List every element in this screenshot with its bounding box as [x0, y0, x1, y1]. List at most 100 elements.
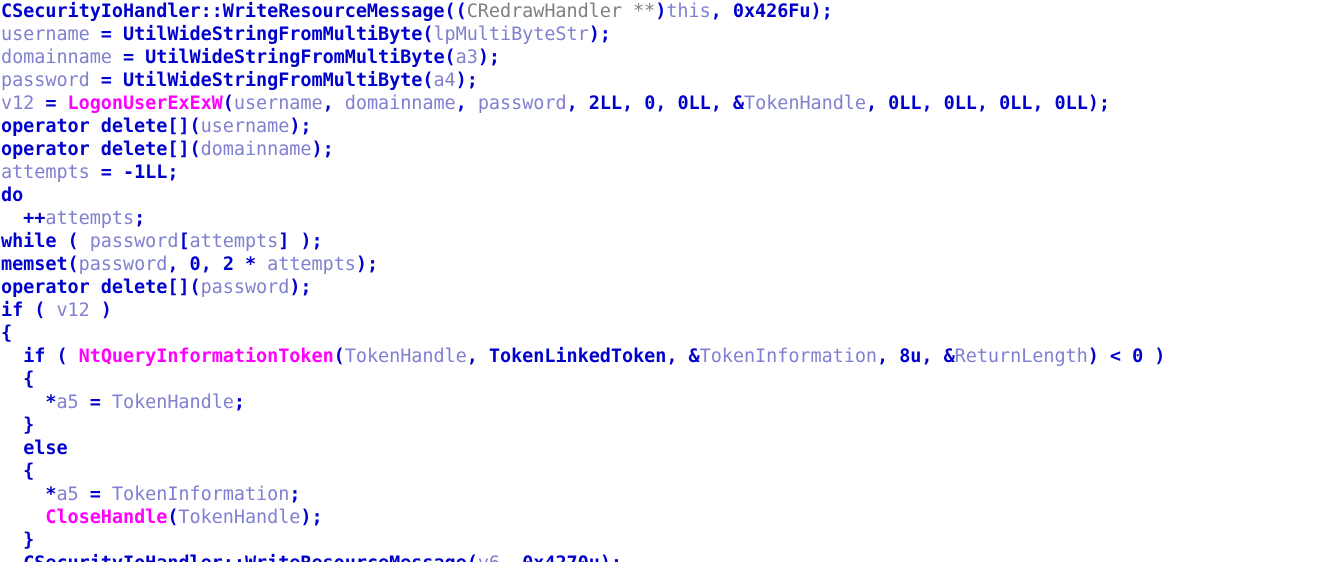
code-line[interactable]: }	[0, 414, 1327, 437]
code-token[interactable]: UtilWideStringFromMultiByte	[145, 47, 444, 68]
code-token[interactable]: );	[456, 70, 478, 91]
code-token[interactable]: username	[201, 116, 290, 137]
code-token[interactable]: ,	[877, 346, 899, 367]
code-token[interactable]: ,	[1032, 93, 1054, 114]
code-token[interactable]: );	[289, 277, 311, 298]
code-line[interactable]: if ( NtQueryInformationToken(TokenHandle…	[0, 345, 1327, 368]
code-token[interactable]: (	[334, 346, 345, 367]
code-token[interactable]: CloseHandle	[45, 507, 167, 528]
code-token[interactable]: domainname	[201, 139, 312, 160]
code-token[interactable]: (	[422, 70, 433, 91]
code-token[interactable]	[1, 507, 45, 528]
code-line[interactable]: {	[0, 368, 1327, 391]
code-token[interactable]: =	[79, 484, 112, 505]
code-token[interactable]: v12	[1, 93, 34, 114]
code-token[interactable]: ,	[622, 93, 644, 114]
code-token[interactable]: v12	[56, 300, 89, 321]
code-token[interactable]: ,	[201, 254, 223, 275]
code-token[interactable]: attempts	[267, 254, 356, 275]
code-token[interactable]: (	[422, 24, 433, 45]
code-token[interactable]: TokenLinkedToken	[489, 346, 666, 367]
code-line[interactable]: operator delete[](password);	[0, 276, 1327, 299]
code-token[interactable]: ,	[655, 93, 677, 114]
code-token[interactable]: attempts	[1, 162, 90, 183]
code-token[interactable]: do	[1, 185, 23, 206]
code-token[interactable]: ] );	[278, 231, 322, 252]
code-token[interactable]: (	[190, 139, 201, 160]
code-token[interactable]	[1, 346, 23, 367]
code-token[interactable]: );	[810, 1, 832, 22]
code-line[interactable]: CSecurityIoHandler::WriteResourceMessage…	[0, 0, 1327, 23]
code-token[interactable]: this	[666, 1, 710, 22]
code-token[interactable]: UtilWideStringFromMultiByte	[123, 24, 422, 45]
code-token[interactable]: attempts	[190, 231, 279, 252]
code-token[interactable]: )	[90, 300, 112, 321]
code-token[interactable]: 2LL	[589, 93, 622, 114]
code-token[interactable]: password	[79, 254, 168, 275]
code-token[interactable]: LogonUserExExW	[68, 93, 223, 114]
code-token[interactable]: =	[34, 93, 67, 114]
code-line[interactable]: username = UtilWideStringFromMultiByte(l…	[0, 23, 1327, 46]
code-token[interactable]: }	[1, 530, 34, 551]
code-token[interactable]: (	[68, 254, 79, 275]
code-token[interactable]: ,	[167, 254, 189, 275]
code-token[interactable]: (	[23, 300, 56, 321]
code-token[interactable]: {	[1, 461, 34, 482]
code-line[interactable]: password = UtilWideStringFromMultiByte(a…	[0, 69, 1327, 92]
code-token[interactable]: a5	[56, 484, 78, 505]
code-line[interactable]: v12 = LogonUserExExW(username, domainnam…	[0, 92, 1327, 115]
code-token[interactable]: (	[56, 231, 89, 252]
code-token[interactable]: 0	[644, 93, 655, 114]
code-token[interactable]: ,	[866, 93, 888, 114]
code-token[interactable]: NtQueryInformationToken	[79, 346, 334, 367]
code-token[interactable]: (	[190, 277, 201, 298]
code-token[interactable]: [	[178, 231, 189, 252]
code-token[interactable]: {	[1, 323, 12, 344]
code-token[interactable]: 2	[223, 254, 234, 275]
code-token[interactable]: ++	[1, 208, 45, 229]
code-token[interactable]: 8u	[899, 346, 921, 367]
code-token[interactable]: a5	[56, 392, 78, 413]
code-token[interactable]: =	[90, 162, 123, 183]
code-line[interactable]: do	[0, 184, 1327, 207]
code-token[interactable]: while	[1, 231, 57, 252]
code-token[interactable]: ;	[234, 392, 245, 413]
code-token[interactable]: ;	[289, 484, 300, 505]
pseudocode-view[interactable]: CSecurityIoHandler::WriteResourceMessage…	[0, 0, 1327, 562]
code-token[interactable]: password	[478, 93, 567, 114]
code-token[interactable]: =	[112, 47, 145, 68]
code-token[interactable]: , &	[921, 346, 954, 367]
code-token[interactable]: ,	[567, 93, 589, 114]
code-token[interactable]: (	[167, 507, 178, 528]
code-token[interactable]: ;	[134, 208, 145, 229]
code-token[interactable]: ,	[467, 346, 489, 367]
code-token[interactable]: 0LL	[1055, 93, 1088, 114]
code-token[interactable]: CRedrawHandler **	[467, 1, 656, 22]
code-token[interactable]: ((	[445, 1, 467, 22]
code-token[interactable]: else	[23, 438, 67, 459]
code-line[interactable]: else	[0, 437, 1327, 460]
code-token[interactable]: ,	[323, 93, 345, 114]
code-token[interactable]: 0	[1132, 346, 1143, 367]
code-token[interactable]	[1, 438, 23, 459]
code-token[interactable]: (	[223, 93, 234, 114]
code-token[interactable]: TokenHandle	[744, 93, 866, 114]
code-token[interactable]: CSecurityIoHandler::WriteResourceMessage	[1, 1, 445, 22]
code-token[interactable]: UtilWideStringFromMultiByte	[123, 70, 422, 91]
code-token[interactable]: }	[1, 415, 34, 436]
code-token[interactable]: domainname	[1, 47, 112, 68]
code-token[interactable]: ,	[921, 93, 943, 114]
code-token[interactable]: operator delete[]	[1, 116, 190, 137]
code-token[interactable]: ,	[977, 93, 999, 114]
code-token[interactable]: (	[45, 346, 78, 367]
code-line[interactable]: {	[0, 322, 1327, 345]
code-token[interactable]: *	[234, 254, 267, 275]
code-token[interactable]: 0x426Fu	[733, 1, 811, 22]
code-token[interactable]: if	[23, 346, 45, 367]
code-token[interactable]: 0LL	[888, 93, 921, 114]
code-line[interactable]: *a5 = TokenHandle;	[0, 391, 1327, 414]
code-token[interactable]: domainname	[345, 93, 456, 114]
code-token[interactable]: 0LL	[677, 93, 710, 114]
code-token[interactable]: , &	[666, 346, 699, 367]
code-token[interactable]: a3	[456, 47, 478, 68]
